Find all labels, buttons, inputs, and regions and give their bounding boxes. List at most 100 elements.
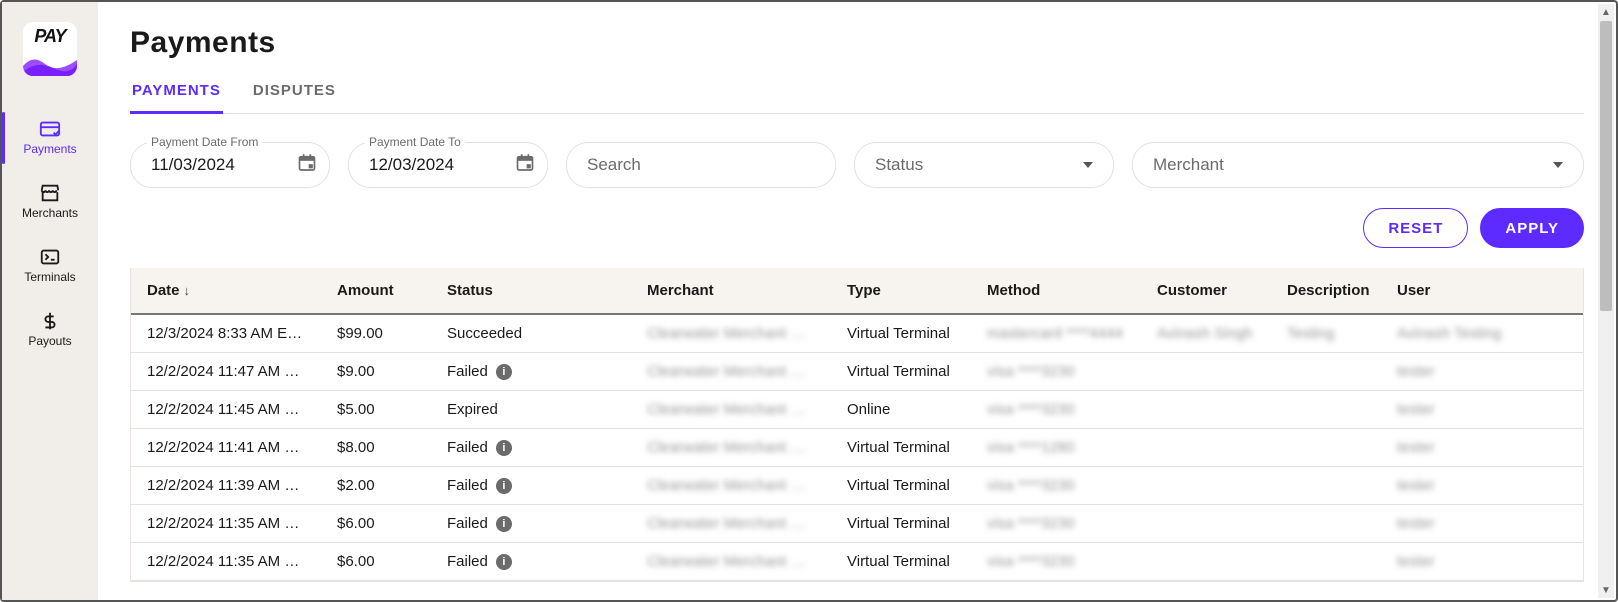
cell-amount: $8.00 xyxy=(321,429,431,467)
sidebar-item-payouts[interactable]: Payouts xyxy=(2,298,98,362)
chevron-down-icon xyxy=(1553,162,1563,168)
status-text: Expired xyxy=(447,401,498,418)
cell-user: tester xyxy=(1381,467,1583,505)
cell-amount: $6.00 xyxy=(321,543,431,581)
col-customer[interactable]: Customer xyxy=(1141,268,1271,314)
calendar-icon[interactable] xyxy=(515,153,535,178)
cell-method: visa ****3230 xyxy=(971,505,1141,543)
reset-button[interactable]: RESET xyxy=(1363,208,1468,248)
table-row[interactable]: 12/2/2024 11:45 AM EST$5.00ExpiredClearw… xyxy=(131,391,1583,429)
sidebar: PAY Payments Merchants Terminals xyxy=(2,2,98,600)
table-row[interactable]: 12/2/2024 11:35 AM EST$6.00FailediClearw… xyxy=(131,543,1583,581)
cell-status: Failedi xyxy=(431,429,631,467)
col-description[interactable]: Description xyxy=(1271,268,1381,314)
col-amount[interactable]: Amount xyxy=(321,268,431,314)
cell-description xyxy=(1271,543,1381,581)
cell-customer xyxy=(1141,353,1271,391)
col-user[interactable]: User xyxy=(1381,268,1583,314)
app-logo-wave-icon xyxy=(23,54,77,76)
cell-description xyxy=(1271,429,1381,467)
cell-date: 12/2/2024 11:41 AM EST xyxy=(131,429,321,467)
info-icon[interactable]: i xyxy=(496,554,512,570)
table-row[interactable]: 12/2/2024 11:35 AM EST$6.00FailediClearw… xyxy=(131,505,1583,543)
search-input[interactable]: Search xyxy=(566,142,836,188)
tab-disputes[interactable]: DISPUTES xyxy=(251,82,338,114)
cell-customer xyxy=(1141,467,1271,505)
cell-user: tester xyxy=(1381,429,1583,467)
merchant-placeholder: Merchant xyxy=(1153,155,1224,175)
cell-type: Virtual Terminal xyxy=(831,467,971,505)
col-date[interactable]: Date↓ xyxy=(131,268,321,314)
cell-status: Failedi xyxy=(431,505,631,543)
table-header-row: Date↓ Amount Status Merchant Type Method… xyxy=(131,268,1583,314)
cell-type: Virtual Terminal xyxy=(831,353,971,391)
info-icon[interactable]: i xyxy=(496,516,512,532)
date-to-field[interactable]: Payment Date To 12/03/2024 xyxy=(348,142,548,188)
cell-user: tester xyxy=(1381,353,1583,391)
cell-user: Avinash Testing xyxy=(1381,314,1583,353)
scroll-up-icon[interactable]: ▲ xyxy=(1598,4,1614,20)
cell-method: mastercard ****4444 xyxy=(971,314,1141,353)
vertical-scrollbar[interactable]: ▲ ▼ xyxy=(1598,4,1614,598)
cell-customer xyxy=(1141,429,1271,467)
chevron-down-icon xyxy=(1083,162,1093,168)
cell-merchant: Clearwater Merchant Dev xyxy=(631,505,831,543)
sidebar-item-merchants[interactable]: Merchants xyxy=(2,170,98,234)
cell-status: Expired xyxy=(431,391,631,429)
date-from-field[interactable]: Payment Date From 11/03/2024 xyxy=(130,142,330,188)
cell-user: tester xyxy=(1381,391,1583,429)
apply-button[interactable]: APPLY xyxy=(1480,208,1584,248)
cell-status: Succeeded xyxy=(431,314,631,353)
status-text: Failed xyxy=(447,515,488,532)
col-merchant[interactable]: Merchant xyxy=(631,268,831,314)
cell-method: visa ****1280 xyxy=(971,429,1141,467)
cell-date: 12/2/2024 11:35 AM EST xyxy=(131,505,321,543)
credit-card-icon xyxy=(39,120,61,138)
table-row[interactable]: 12/2/2024 11:41 AM EST$8.00FailediClearw… xyxy=(131,429,1583,467)
date-to-label: Payment Date To xyxy=(365,135,465,149)
terminal-icon xyxy=(39,248,61,266)
cell-method: visa ****3230 xyxy=(971,467,1141,505)
col-method[interactable]: Method xyxy=(971,268,1141,314)
cell-method: visa ****3230 xyxy=(971,543,1141,581)
sidebar-item-payments[interactable]: Payments xyxy=(2,106,98,170)
col-type[interactable]: Type xyxy=(831,268,971,314)
cell-merchant: Clearwater Merchant Dev xyxy=(631,353,831,391)
app-logo: PAY xyxy=(23,22,77,76)
merchant-select[interactable]: Merchant xyxy=(1132,142,1584,188)
cell-description xyxy=(1271,467,1381,505)
cell-amount: $6.00 xyxy=(321,505,431,543)
cell-description xyxy=(1271,353,1381,391)
storefront-icon xyxy=(39,184,61,202)
cell-status: Failedi xyxy=(431,467,631,505)
table-row[interactable]: 12/2/2024 11:39 AM EST$2.00FailediClearw… xyxy=(131,467,1583,505)
search-placeholder: Search xyxy=(587,155,641,175)
info-icon[interactable]: i xyxy=(496,478,512,494)
info-icon[interactable]: i xyxy=(496,440,512,456)
table-row[interactable]: 12/3/2024 8:33 AM EST$99.00SucceededClea… xyxy=(131,314,1583,353)
main-content: Payments PAYMENTS DISPUTES Payment Date … xyxy=(98,2,1616,600)
tab-payments[interactable]: PAYMENTS xyxy=(130,82,223,114)
cell-method: visa ****3230 xyxy=(971,391,1141,429)
info-icon[interactable]: i xyxy=(496,364,512,380)
sidebar-item-terminals[interactable]: Terminals xyxy=(2,234,98,298)
calendar-icon[interactable] xyxy=(297,153,317,178)
cell-merchant: Clearwater Merchant Dev xyxy=(631,429,831,467)
cell-date: 12/2/2024 11:39 AM EST xyxy=(131,467,321,505)
scroll-thumb[interactable] xyxy=(1600,21,1612,311)
col-status[interactable]: Status xyxy=(431,268,631,314)
scroll-down-icon[interactable]: ▼ xyxy=(1598,582,1614,598)
cell-date: 12/2/2024 11:47 AM EST xyxy=(131,353,321,391)
cell-amount: $5.00 xyxy=(321,391,431,429)
cell-status: Failedi xyxy=(431,543,631,581)
cell-method: visa ****3230 xyxy=(971,353,1141,391)
cell-amount: $9.00 xyxy=(321,353,431,391)
cell-customer xyxy=(1141,391,1271,429)
status-text: Failed xyxy=(447,553,488,570)
table-row[interactable]: 12/2/2024 11:47 AM EST$9.00FailediClearw… xyxy=(131,353,1583,391)
cell-user: tester xyxy=(1381,543,1583,581)
cell-type: Virtual Terminal xyxy=(831,429,971,467)
cell-date: 12/2/2024 11:35 AM EST xyxy=(131,543,321,581)
date-to-value: 12/03/2024 xyxy=(369,155,454,175)
status-select[interactable]: Status xyxy=(854,142,1114,188)
